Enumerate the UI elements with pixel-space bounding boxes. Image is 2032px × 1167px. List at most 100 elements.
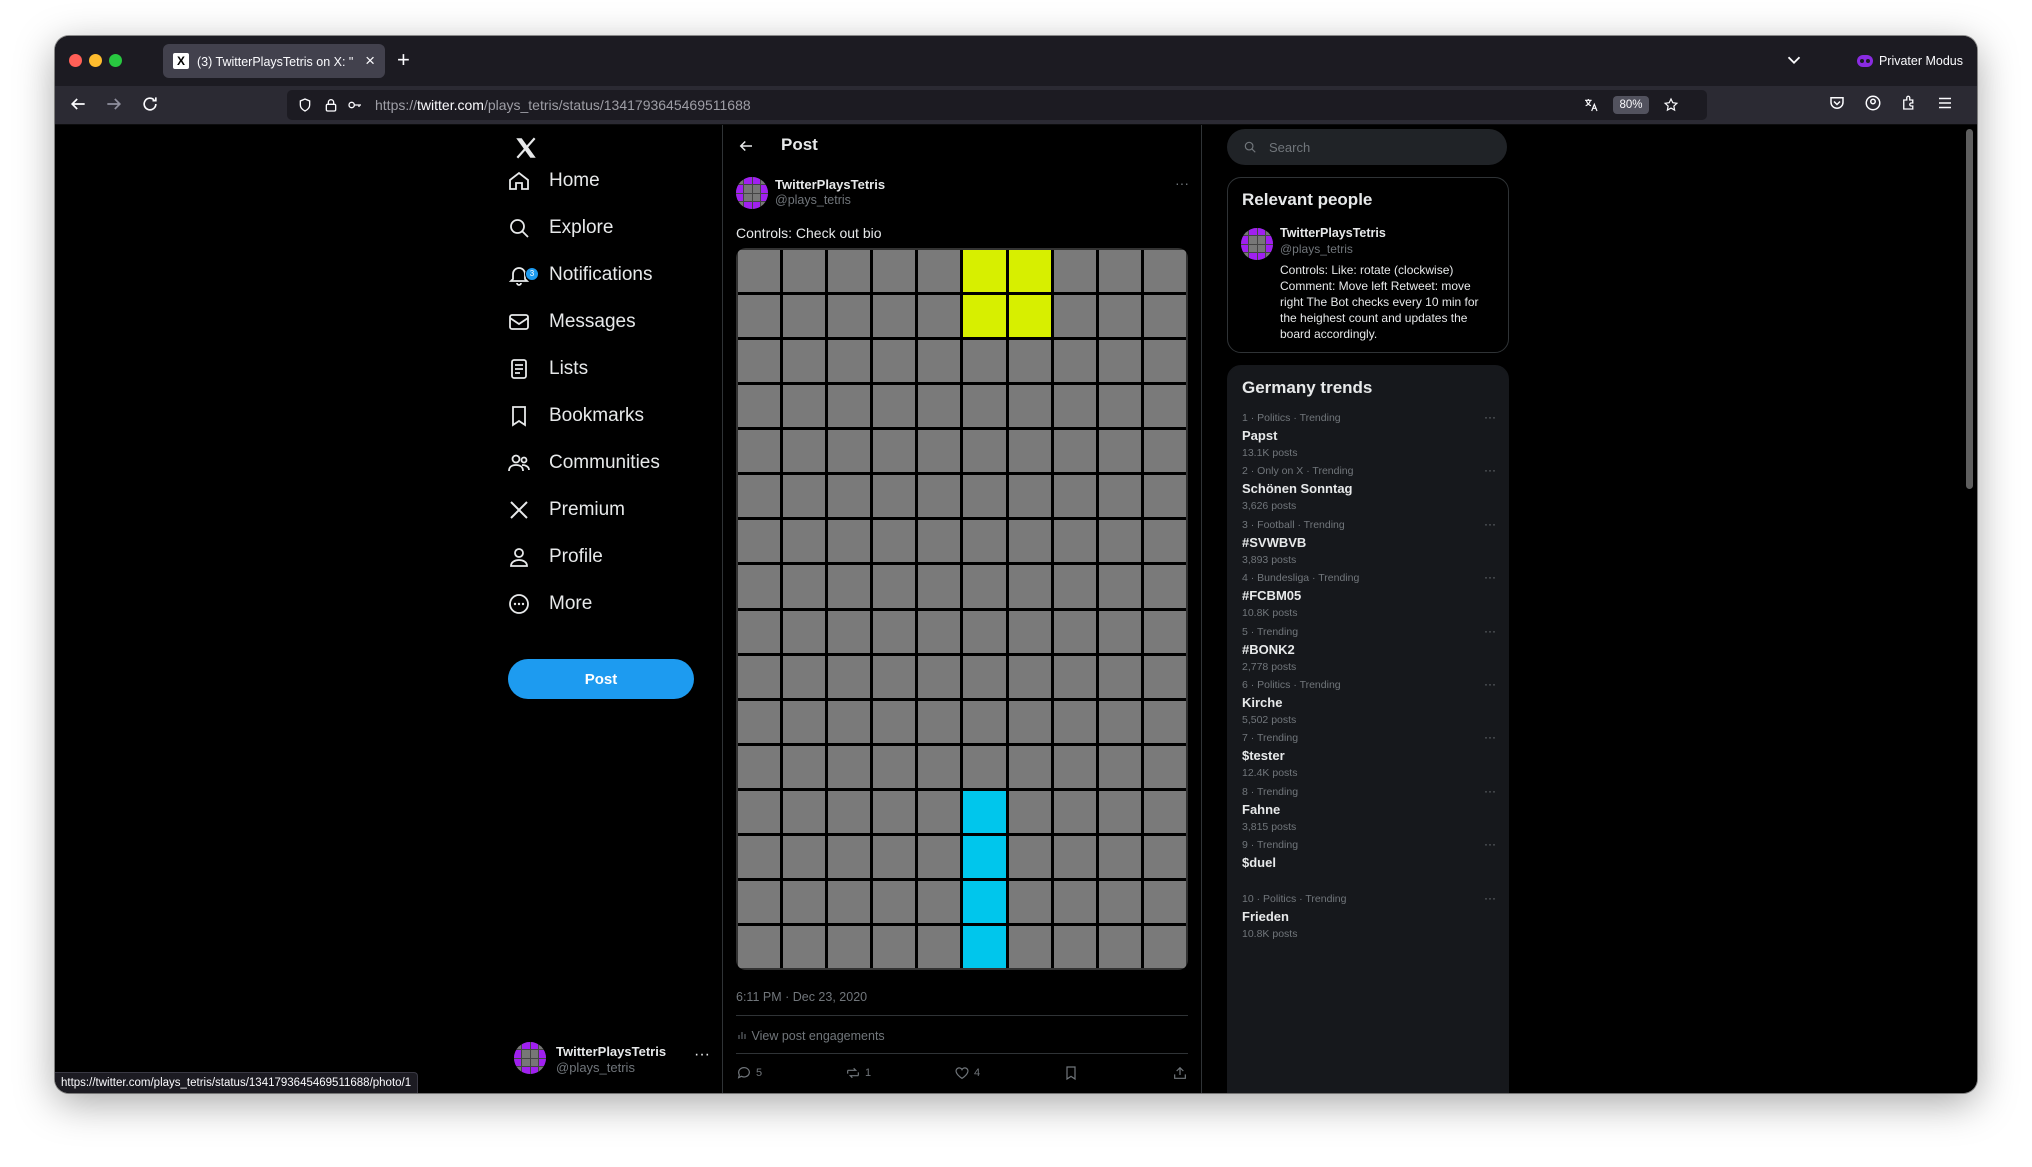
back-arrow-icon[interactable] <box>737 137 755 160</box>
more-dots-icon[interactable]: ··· <box>1175 175 1189 191</box>
x-logo-icon[interactable] <box>513 135 541 163</box>
sidebar-item-explore[interactable]: Explore <box>507 208 613 248</box>
more-dots-icon[interactable]: ··· <box>694 1046 710 1064</box>
more-dots-icon[interactable]: ··· <box>1484 624 1496 638</box>
more-dots-icon[interactable]: ··· <box>1484 517 1496 531</box>
board-cell-empty <box>783 475 826 518</box>
reply-button[interactable]: 5 <box>736 1065 762 1081</box>
new-tab-button[interactable]: + <box>397 46 410 74</box>
tab-bar: X (3) TwitterPlaysTetris on X: "Controls… <box>55 36 1977 86</box>
avatar[interactable] <box>1241 228 1273 260</box>
trend-item[interactable]: 1 · Politics · Trending Papst 13.1K posts ·… <box>1242 410 1496 464</box>
tab-list-chevron-icon[interactable] <box>1783 49 1805 71</box>
board-cell-empty <box>1143 655 1186 698</box>
shield-icon[interactable] <box>297 97 313 113</box>
like-button[interactable]: 4 <box>954 1065 980 1081</box>
board-cell-empty <box>918 745 961 788</box>
reply-icon <box>737 1067 750 1079</box>
close-window-button[interactable] <box>69 54 82 67</box>
url-text[interactable]: https://twitter.com/plays_tetris/status/… <box>375 97 751 113</box>
account-switcher[interactable]: TwitterPlaysTetris @plays_tetris ··· <box>514 1040 714 1080</box>
board-cell-empty <box>1143 430 1186 473</box>
trend-item[interactable]: 9 · Trending $duel ··· <box>1242 837 1496 891</box>
reply-count: 5 <box>756 1067 763 1079</box>
board-cell-empty <box>783 700 826 743</box>
trend-item[interactable]: 4 · Bundesliga · Trending #FCBM05 10.8K po… <box>1242 570 1496 624</box>
sidebar-item-profile[interactable]: Profile <box>507 537 603 577</box>
board-cell-empty <box>1143 610 1186 653</box>
share-button[interactable] <box>1172 1065 1188 1081</box>
back-arrow-icon[interactable] <box>67 94 89 116</box>
sidebar-item-communities[interactable]: Communities <box>507 443 660 483</box>
sidebar-item-bookmarks[interactable]: Bookmarks <box>507 396 644 436</box>
zoom-level[interactable]: 80% <box>1613 96 1649 114</box>
bookmark-button[interactable] <box>1063 1065 1079 1081</box>
board-cell-empty <box>963 610 1006 653</box>
tetris-board-image[interactable] <box>736 248 1188 970</box>
trend-name: $duel <box>1242 855 1276 870</box>
trend-item[interactable]: 10 · Politics · Trending Frieden 10.8K pos… <box>1242 891 1496 945</box>
author-name[interactable]: TwitterPlaysTetris <box>775 177 885 192</box>
board-cell-empty <box>738 430 781 473</box>
key-permissions-icon[interactable] <box>347 97 363 113</box>
lock-icon[interactable] <box>323 97 339 113</box>
people-icon <box>508 454 530 472</box>
board-cell-cyan <box>963 925 1006 968</box>
minimize-window-button[interactable] <box>89 54 102 67</box>
relevant-person-name[interactable]: TwitterPlaysTetris <box>1280 226 1386 240</box>
trend-item[interactable]: 7 · Trending $tester 12.4K posts ··· <box>1242 730 1496 784</box>
sidebar-item-home[interactable]: Home <box>507 161 600 201</box>
board-cell-empty <box>738 565 781 608</box>
more-dots-icon[interactable]: ··· <box>1484 677 1496 691</box>
search-input[interactable]: Search <box>1227 129 1507 165</box>
board-cell-empty <box>783 250 826 293</box>
trend-item[interactable]: 6 · Politics · Trending Kirche 5,502 posts… <box>1242 677 1496 731</box>
board-cell-empty <box>738 700 781 743</box>
board-cell-empty <box>783 835 826 878</box>
search-icon <box>510 219 529 238</box>
url-bar[interactable]: https://twitter.com/plays_tetris/status/… <box>287 90 1707 120</box>
board-cell-empty <box>918 880 961 923</box>
avatar[interactable] <box>736 177 768 209</box>
board-cell-empty <box>1143 250 1186 293</box>
sidebar-item-label: Lists <box>549 358 589 379</box>
more-dots-icon[interactable]: ··· <box>1484 730 1496 744</box>
trend-item[interactable]: 8 · Trending Fahne 3,815 posts ··· <box>1242 784 1496 838</box>
more-dots-icon[interactable]: ··· <box>1484 784 1496 798</box>
bookmark-star-icon[interactable] <box>1663 97 1679 113</box>
view-engagements-link[interactable]: View post engagements <box>736 1029 885 1043</box>
more-dots-icon[interactable]: ··· <box>1484 463 1496 477</box>
relevant-person-handle[interactable]: @plays_tetris <box>1280 242 1353 256</box>
tab-close-icon[interactable]: × <box>365 50 375 72</box>
more-dots-icon[interactable]: ··· <box>1484 891 1496 905</box>
sidebar-item-messages[interactable]: Messages <box>507 302 636 342</box>
extensions-icon[interactable] <box>1898 94 1920 116</box>
board-cell-empty <box>783 655 826 698</box>
scrollbar-thumb[interactable] <box>1966 129 1973 489</box>
translate-icon[interactable] <box>1583 97 1599 113</box>
post-timestamp[interactable]: 6:11 PM · Dec 23, 2020 <box>736 990 867 1004</box>
sidebar-item-premium[interactable]: Premium <box>507 490 625 530</box>
account-icon[interactable] <box>1862 94 1884 116</box>
post-button[interactable]: Post <box>508 659 694 699</box>
more-dots-icon[interactable]: ··· <box>1484 570 1496 584</box>
reload-icon[interactable] <box>139 94 161 116</box>
post-text: Controls: Check out bio <box>736 225 882 241</box>
trend-item[interactable]: 3 · Football · Trending #SVWBVB 3,893 post… <box>1242 517 1496 571</box>
more-dots-icon[interactable]: ··· <box>1484 837 1496 851</box>
trend-item[interactable]: 2 · Only on X · Trending Schönen Sonntag 3… <box>1242 463 1496 517</box>
sidebar-item-more[interactable]: More <box>507 584 592 624</box>
sidebar-item-notifications[interactable]: 3 Notifications <box>507 255 653 295</box>
maximize-window-button[interactable] <box>109 54 122 67</box>
repost-button[interactable]: 1 <box>845 1065 871 1081</box>
trend-item[interactable]: 5 · Trending #BONK2 2,778 posts ··· <box>1242 624 1496 678</box>
page-scrollbar[interactable] <box>1965 125 1975 1093</box>
forward-arrow-icon[interactable] <box>103 94 125 116</box>
trend-meta: 9 · Trending <box>1242 839 1299 851</box>
sidebar-item-lists[interactable]: Lists <box>507 349 588 389</box>
hamburger-menu-icon[interactable] <box>1934 94 1956 116</box>
pocket-icon[interactable] <box>1826 94 1848 116</box>
more-dots-icon[interactable]: ··· <box>1484 410 1496 424</box>
author-handle[interactable]: @plays_tetris <box>775 193 851 207</box>
active-tab[interactable]: X (3) TwitterPlaysTetris on X: "Controls… <box>163 44 385 78</box>
